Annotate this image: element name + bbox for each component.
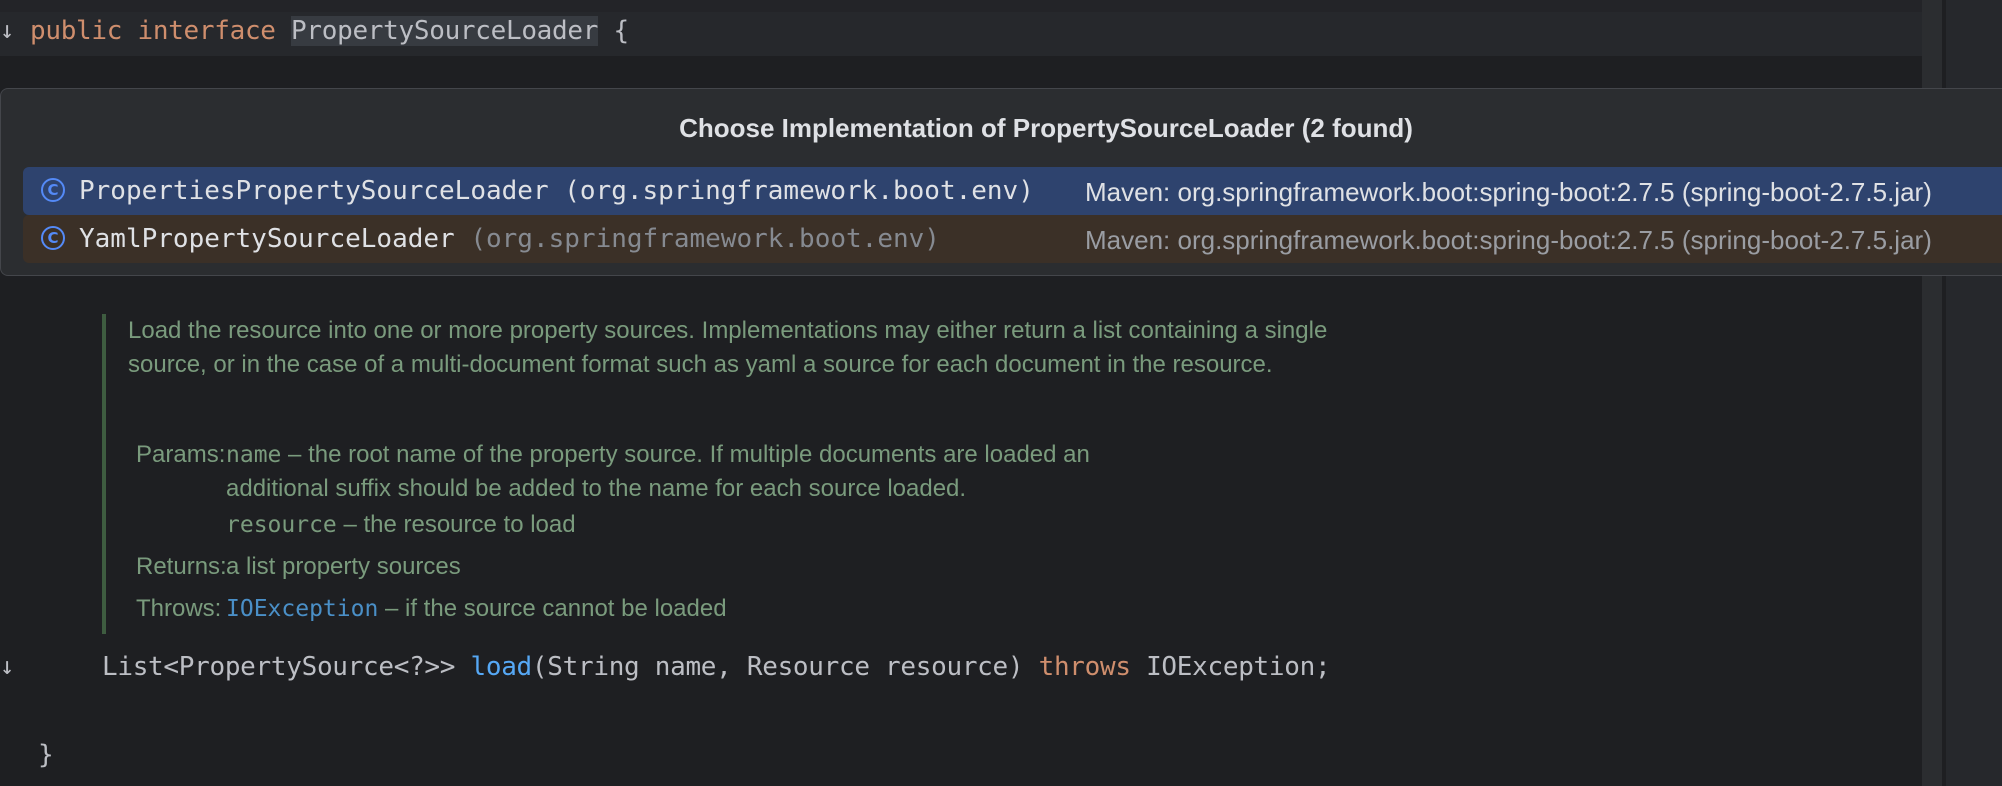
implementation-item-yaml[interactable]: C YamlPropertySourceLoader (org.springfr… [23, 215, 2002, 263]
doc-description: Load the resource into one or more prope… [128, 317, 1328, 378]
interface-declaration[interactable]: public interface PropertySourceLoader { [30, 16, 629, 46]
keyword-interface: interface [137, 16, 276, 46]
returns-text: a list property sources [226, 553, 461, 580]
package-name: (org.springframework.boot.env) [454, 224, 940, 254]
javadoc-rendered: Load the resource into one or more prope… [102, 314, 1378, 634]
implementations-gutter-icon[interactable]: ↓ [0, 16, 14, 44]
keyword-public: public [30, 16, 123, 46]
class-icon: C [41, 178, 65, 202]
throws-text: – if the source cannot be loaded [378, 595, 727, 622]
keyword-throws: throws [1038, 652, 1131, 682]
ioexception-link[interactable]: IOException [226, 596, 378, 622]
popup-title: Choose Implementation of PropertySourceL… [679, 113, 1413, 143]
param-desc: – the root name of the property source. … [281, 441, 1090, 468]
class-icon: C [41, 226, 65, 250]
library-location: Maven: org.springframework.boot:spring-b… [1085, 225, 1932, 255]
implementation-item-properties[interactable]: C PropertiesPropertySourceLoader (org.sp… [23, 167, 2002, 215]
editor-top-strip [0, 0, 1942, 12]
implementations-gutter-icon-method[interactable]: ↓ [0, 652, 14, 680]
library-location: Maven: org.springframework.boot:spring-b… [1085, 177, 1932, 207]
param-resource-desc: – the resource to load [336, 511, 576, 538]
param-desc-cont: additional suffix should be added to the… [226, 475, 967, 502]
package-name: (org.springframework.boot.env) [548, 176, 1034, 206]
choose-implementation-popup[interactable]: Choose Implementation of PropertySourceL… [0, 88, 2002, 276]
class-name: PropertiesPropertySourceLoader [79, 176, 549, 206]
param-name: name [226, 442, 282, 468]
class-name: YamlPropertySourceLoader [79, 224, 455, 254]
return-type: List<PropertySource<?>> [102, 652, 456, 682]
interface-name[interactable]: PropertySourceLoader [291, 16, 598, 46]
param-resource: resource [226, 512, 337, 538]
exception-type: IOException; [1146, 652, 1331, 682]
method-declaration[interactable]: List<PropertySource<?>> load(String name… [102, 652, 1331, 682]
method-name[interactable]: load [471, 652, 533, 682]
method-params: (String name, Resource resource) [531, 652, 1024, 682]
closing-brace: } [38, 740, 54, 770]
open-brace: { [613, 16, 629, 46]
